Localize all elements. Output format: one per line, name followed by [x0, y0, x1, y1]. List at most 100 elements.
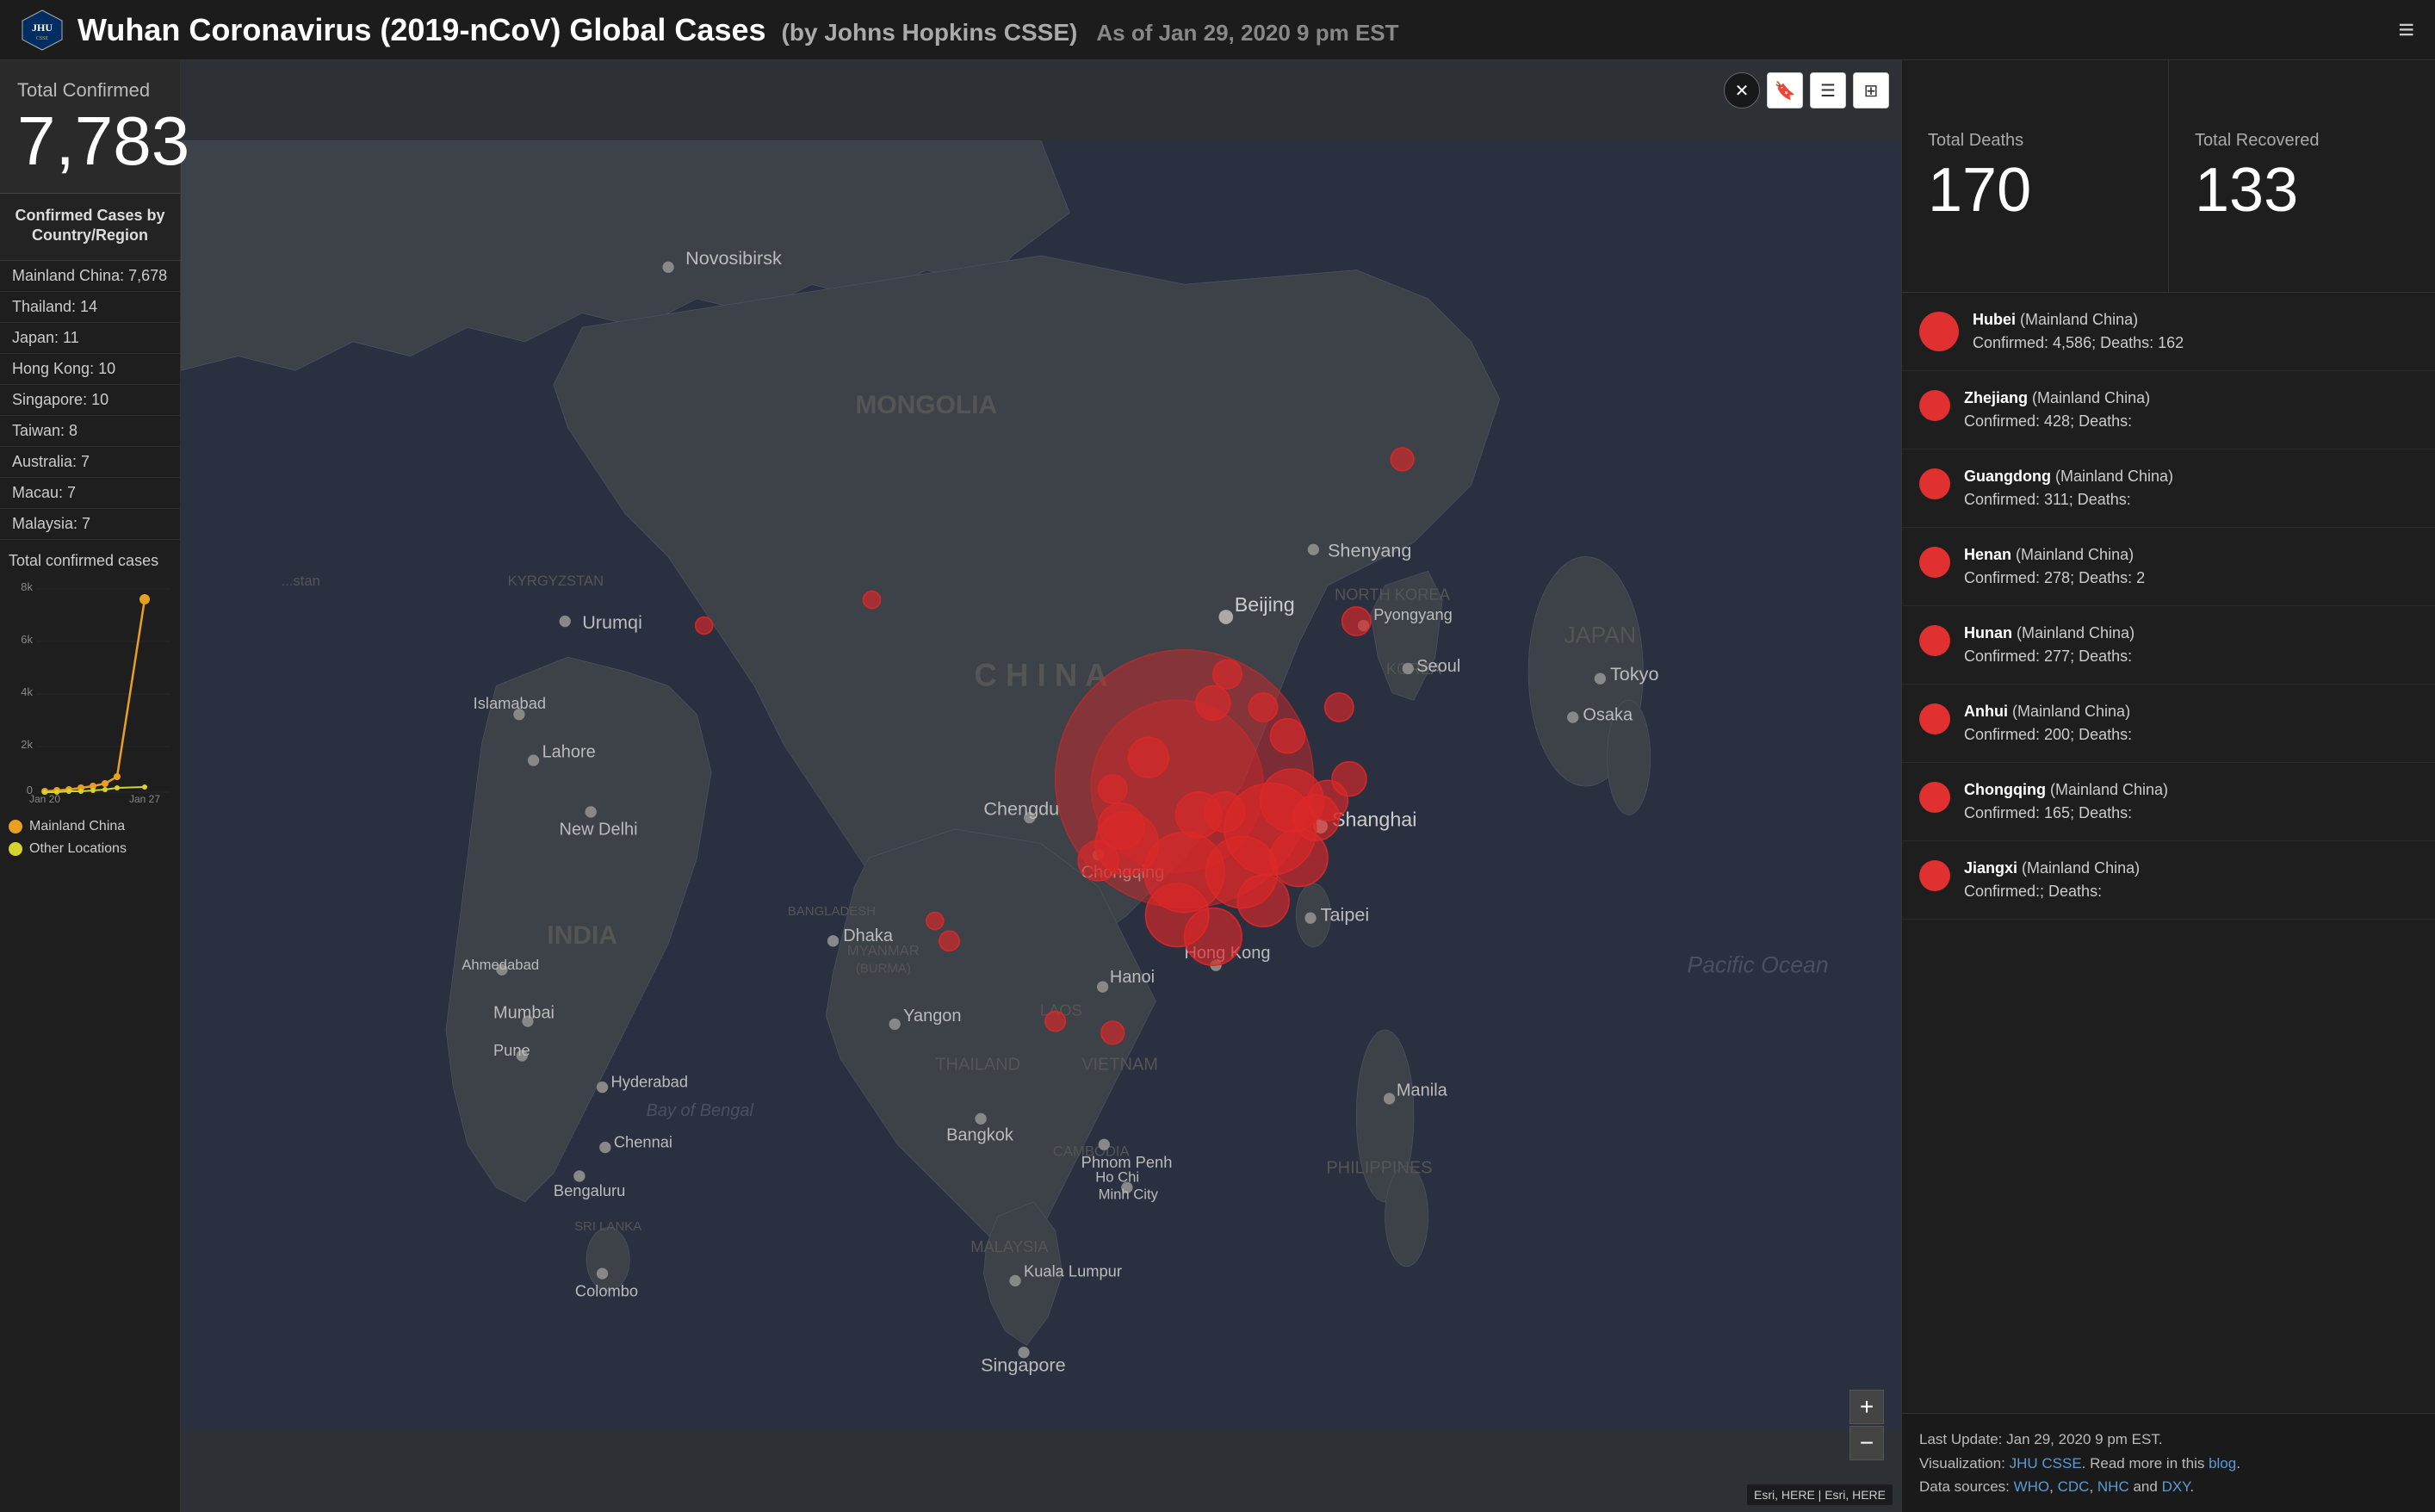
zoom-in-button[interactable]: +	[1849, 1390, 1884, 1424]
map-bookmark-button[interactable]: 🔖	[1767, 72, 1803, 108]
map-svg: MONGOLIA C H I N A INDIA NORTH KOREA KOR…	[181, 60, 1901, 1512]
country-list-item: Macau: 7	[0, 478, 180, 509]
map-attribution: Esri, HERE | Esri, HERE	[1747, 1484, 1893, 1505]
region-dot	[1919, 547, 1950, 578]
svg-text:Islamabad: Islamabad	[474, 694, 546, 712]
svg-text:C H I N A: C H I N A	[974, 657, 1107, 692]
region-item: Chongqing (Mainland China) Confirmed: 16…	[1902, 763, 2435, 841]
region-item: Guangdong (Mainland China) Confirmed: 31…	[1902, 449, 2435, 528]
menu-icon[interactable]: ≡	[2398, 14, 2414, 46]
svg-text:VIETNAM: VIETNAM	[1081, 1056, 1158, 1075]
country-list-item: Singapore: 10	[0, 385, 180, 416]
legend-label: Other Locations	[29, 841, 127, 857]
cdc-link[interactable]: CDC	[2058, 1478, 2090, 1495]
jhu-csse-link[interactable]: JHU CSSE	[2010, 1455, 2082, 1472]
region-text: Anhui (Mainland China) Confirmed: 200; D…	[1964, 700, 2132, 747]
deaths-label: Total Deaths	[1928, 131, 2023, 151]
chart-svg: 8k 6k 4k 2k 0 Jan 20 Jan 27	[9, 580, 172, 804]
region-item: Hubei (Mainland China) Confirmed: 4,586;…	[1902, 293, 2435, 371]
chart-title: Total confirmed cases	[9, 552, 171, 570]
region-text: Guangdong (Mainland China) Confirmed: 31…	[1964, 465, 2173, 511]
svg-text:Hyderabad: Hyderabad	[611, 1073, 689, 1091]
nhc-link[interactable]: NHC	[2097, 1478, 2129, 1495]
country-list-item: Australia: 7	[0, 447, 180, 478]
svg-text:Shenyang: Shenyang	[1328, 540, 1411, 561]
map-share-button[interactable]: ⊞	[1853, 72, 1889, 108]
right-panel: Total Deaths 170 Total Recovered 133 Hub…	[1901, 60, 2435, 1512]
svg-text:INDIA: INDIA	[547, 921, 617, 950]
deaths-stat-box: Total Deaths 170	[1902, 60, 2169, 292]
svg-text:Yangon: Yangon	[903, 1007, 961, 1026]
region-name: Hubei	[1973, 311, 2016, 328]
who-link[interactable]: WHO	[2014, 1478, 2050, 1495]
svg-text:CSSE: CSSE	[36, 36, 49, 41]
map-close-button[interactable]: ✕	[1724, 72, 1760, 108]
country-list-title: Confirmed Cases by Country/Region	[12, 206, 168, 246]
region-item: Hunan (Mainland China) Confirmed: 277; D…	[1902, 606, 2435, 685]
header-date: As of Jan 29, 2020 9 pm EST	[1096, 20, 1398, 46]
top-stats: Total Deaths 170 Total Recovered 133	[1902, 60, 2435, 293]
blog-link[interactable]: blog	[2209, 1455, 2236, 1472]
svg-text:Singapore: Singapore	[981, 1354, 1066, 1375]
svg-text:Pyongyang: Pyongyang	[1373, 605, 1453, 623]
svg-text:Urumqi: Urumqi	[582, 611, 642, 633]
jhu-logo: JHU CSSE	[21, 9, 64, 52]
region-dot	[1919, 312, 1959, 351]
region-name: Zhejiang	[1964, 389, 2028, 406]
country-list-item: Japan: 11	[0, 323, 180, 354]
svg-text:Lahore: Lahore	[542, 743, 596, 762]
legend-item: Mainland China	[9, 819, 172, 834]
chart-container: 8k 6k 4k 2k 0 Jan 20 Jan 27	[9, 580, 172, 839]
last-update-label: Last Update: Jan 29, 2020 9 pm EST. Visu…	[1919, 1431, 2240, 1494]
svg-text:KYRGYZSTAN: KYRGYZSTAN	[508, 573, 604, 589]
legend-item: Other Locations	[9, 841, 172, 857]
svg-text:2k: 2k	[21, 738, 33, 751]
region-text: Henan (Mainland China) Confirmed: 278; D…	[1964, 543, 2145, 590]
svg-text:Jan 27: Jan 27	[129, 793, 160, 804]
svg-text:Novosibirsk: Novosibirsk	[685, 247, 782, 269]
region-name: Chongqing	[1964, 781, 2046, 798]
map-toolbar: ✕ 🔖 ☰ ⊞	[1724, 72, 1889, 108]
main-layout: Total Confirmed 7,783 Confirmed Cases by…	[0, 60, 2435, 1512]
svg-text:Osaka: Osaka	[1583, 705, 1633, 724]
total-confirmed-label: Total Confirmed	[17, 79, 163, 102]
map-area[interactable]: MONGOLIA C H I N A INDIA NORTH KOREA KOR…	[181, 60, 1901, 1512]
region-dot	[1919, 860, 1950, 891]
chart-legend: Mainland China Other Locations	[9, 819, 172, 857]
left-sidebar: Total Confirmed 7,783 Confirmed Cases by…	[0, 60, 181, 1512]
map-list-button[interactable]: ☰	[1810, 72, 1846, 108]
region-dot	[1919, 390, 1950, 421]
country-list-item: Hong Kong: 10	[0, 354, 180, 385]
chart-area: Total confirmed cases 8k 6k 4k 2k 0	[0, 540, 180, 1512]
recovered-label: Total Recovered	[2195, 131, 2320, 151]
svg-text:BANGLADESH: BANGLADESH	[788, 904, 876, 919]
app-header: JHU CSSE Wuhan Coronavirus (2019-nCoV) G…	[0, 0, 2435, 60]
svg-text:Hanoi: Hanoi	[1110, 968, 1155, 987]
header-left: JHU CSSE Wuhan Coronavirus (2019-nCoV) G…	[21, 9, 1399, 52]
recovered-stat-box: Total Recovered 133	[2169, 60, 2435, 292]
legend-dot	[9, 820, 22, 833]
region-item: Anhui (Mainland China) Confirmed: 200; D…	[1902, 685, 2435, 763]
svg-text:Chennai: Chennai	[614, 1133, 672, 1151]
region-dot	[1919, 703, 1950, 734]
svg-text:Mumbai: Mumbai	[493, 1004, 555, 1023]
region-name: Jiangxi	[1964, 859, 2017, 877]
country-list-item: Taiwan: 8	[0, 416, 180, 447]
svg-text:Bengaluru: Bengaluru	[554, 1181, 625, 1199]
svg-text:Kuala Lumpur: Kuala Lumpur	[1024, 1261, 1122, 1280]
legend-label: Mainland China	[29, 819, 125, 834]
header-title-group: Wuhan Coronavirus (2019-nCoV) Global Cas…	[77, 12, 1399, 48]
svg-text:New Delhi: New Delhi	[560, 821, 638, 840]
svg-text:JHU: JHU	[32, 22, 53, 34]
dxy-link[interactable]: DXY	[2162, 1478, 2190, 1495]
region-dot	[1919, 468, 1950, 499]
region-text: Chongqing (Mainland China) Confirmed: 16…	[1964, 778, 2168, 825]
region-name: Anhui	[1964, 703, 2008, 720]
svg-text:THAILAND: THAILAND	[935, 1056, 1020, 1075]
svg-text:Ho Chi: Ho Chi	[1095, 1169, 1139, 1186]
svg-text:Seoul: Seoul	[1416, 657, 1460, 676]
svg-text:Phnom Penh: Phnom Penh	[1081, 1153, 1173, 1171]
legend-dot	[9, 842, 22, 856]
zoom-out-button[interactable]: −	[1849, 1426, 1884, 1460]
region-item: Henan (Mainland China) Confirmed: 278; D…	[1902, 528, 2435, 606]
